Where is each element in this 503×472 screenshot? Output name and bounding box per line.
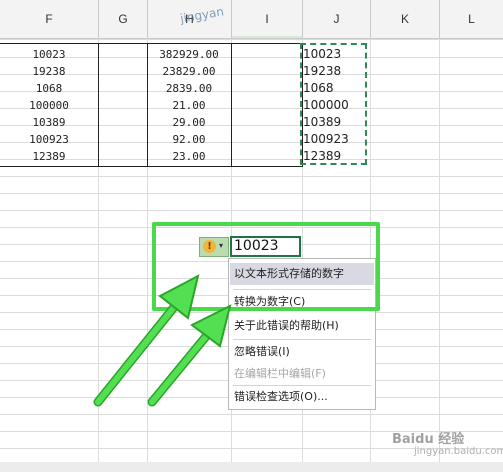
column-header-i[interactable]: I	[232, 0, 302, 38]
copy-selection-marquee	[300, 43, 367, 165]
cell-f[interactable]: 100000	[0, 97, 98, 114]
cell-f[interactable]: 100923	[0, 131, 98, 148]
data-border-top	[0, 43, 302, 44]
highlight-frame	[152, 222, 380, 311]
menu-separator	[233, 339, 371, 340]
watermark-url: jingyan.baidu.com	[414, 446, 503, 457]
cell-h[interactable]: 92.00	[148, 131, 230, 148]
active-column-indicator	[232, 36, 302, 38]
cell-f[interactable]: 19238	[0, 63, 98, 80]
watermark-logo: Baidu 经验	[392, 432, 465, 447]
menu-item-edit-in-formula-bar: 在编辑栏中编辑(F)	[234, 367, 326, 380]
cell-f[interactable]: 12389	[0, 148, 98, 165]
cell-h[interactable]: 2839.00	[148, 80, 230, 97]
cell-f[interactable]: 1068	[0, 80, 98, 97]
column-header-f[interactable]: F	[0, 0, 98, 38]
cell-h[interactable]: 382929.00	[148, 46, 230, 63]
column-header-j[interactable]: J	[303, 0, 370, 38]
cell-h[interactable]: 23829.00	[148, 63, 230, 80]
data-border-bottom	[0, 166, 302, 167]
column-header-l[interactable]: L	[440, 0, 503, 38]
column-header-g[interactable]: G	[99, 0, 147, 38]
cell-f[interactable]: 10389	[0, 114, 98, 131]
horizontal-scrollbar[interactable]	[0, 462, 503, 472]
menu-item-error-help[interactable]: 关于此错误的帮助(H)	[230, 315, 374, 337]
column-header-k[interactable]: K	[371, 0, 439, 38]
cell-h[interactable]: 21.00	[148, 97, 230, 114]
cell-h[interactable]: 23.00	[148, 148, 230, 165]
cell-h[interactable]: 29.00	[148, 114, 230, 131]
data-border-divider	[98, 43, 99, 167]
column-header-bar: F G H I J K L	[0, 0, 503, 39]
cell-f[interactable]: 10023	[0, 46, 98, 63]
menu-item-error-check-options[interactable]: 错误检查选项(O)...	[230, 386, 374, 408]
data-border-divider	[231, 43, 232, 167]
menu-item-ignore-error[interactable]: 忽略错误(I)	[230, 341, 374, 363]
